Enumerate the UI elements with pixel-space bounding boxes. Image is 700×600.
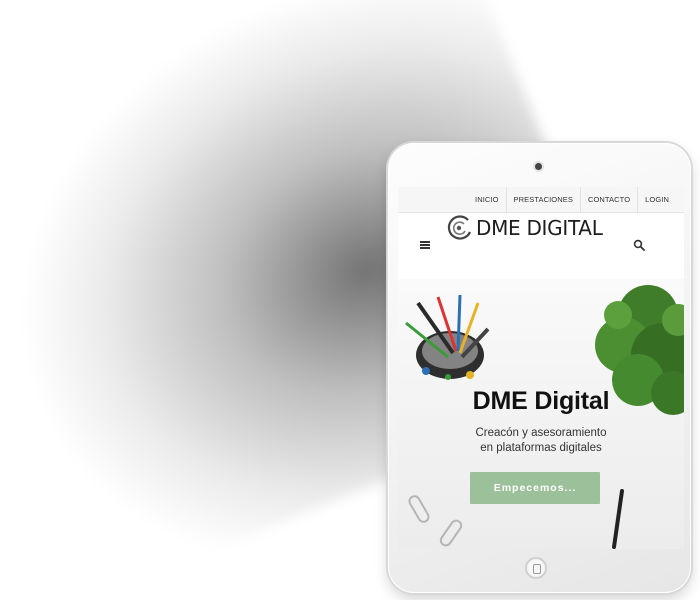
pencil-cup-image	[405, 294, 490, 380]
paper-clips-image	[408, 495, 463, 547]
nav-item-login[interactable]: LOGIN	[637, 187, 676, 213]
search-icon[interactable]	[633, 239, 645, 251]
tablet-screen: INICIO PRESTACIONES CONTACTO LOGIN DME D…	[398, 187, 684, 549]
hero-title: DME Digital	[472, 387, 610, 415]
site-logo[interactable]: DME DIGITAL	[446, 215, 603, 241]
logo-text: DME DIGITAL	[476, 216, 603, 240]
hamburger-menu-icon[interactable]	[420, 241, 430, 249]
nav-item-inicio[interactable]: INICIO	[468, 187, 506, 213]
nav-item-contacto[interactable]: CONTACTO	[579, 187, 637, 213]
nav-item-prestaciones[interactable]: PRESTACIONES	[505, 187, 580, 213]
pen-image	[612, 489, 624, 549]
hero-subtitle: Creacón y asesoramiento en plataformas d…	[398, 426, 684, 456]
hero-banner: DME Digital Creacón y asesoramiento en p…	[398, 279, 684, 549]
hero-subtitle-line-1: Creacón y asesoramiento	[475, 427, 607, 439]
camera-icon	[535, 163, 542, 170]
hero-subtitle-line-2: en plataformas digitales	[480, 442, 602, 454]
dme-logo-icon	[447, 215, 472, 240]
top-navigation: INICIO PRESTACIONES CONTACTO LOGIN	[398, 187, 684, 213]
home-button-icon[interactable]	[525, 557, 547, 579]
tablet-device: INICIO PRESTACIONES CONTACTO LOGIN DME D…	[388, 143, 691, 593]
get-started-button[interactable]: Empecemos...	[470, 472, 600, 504]
